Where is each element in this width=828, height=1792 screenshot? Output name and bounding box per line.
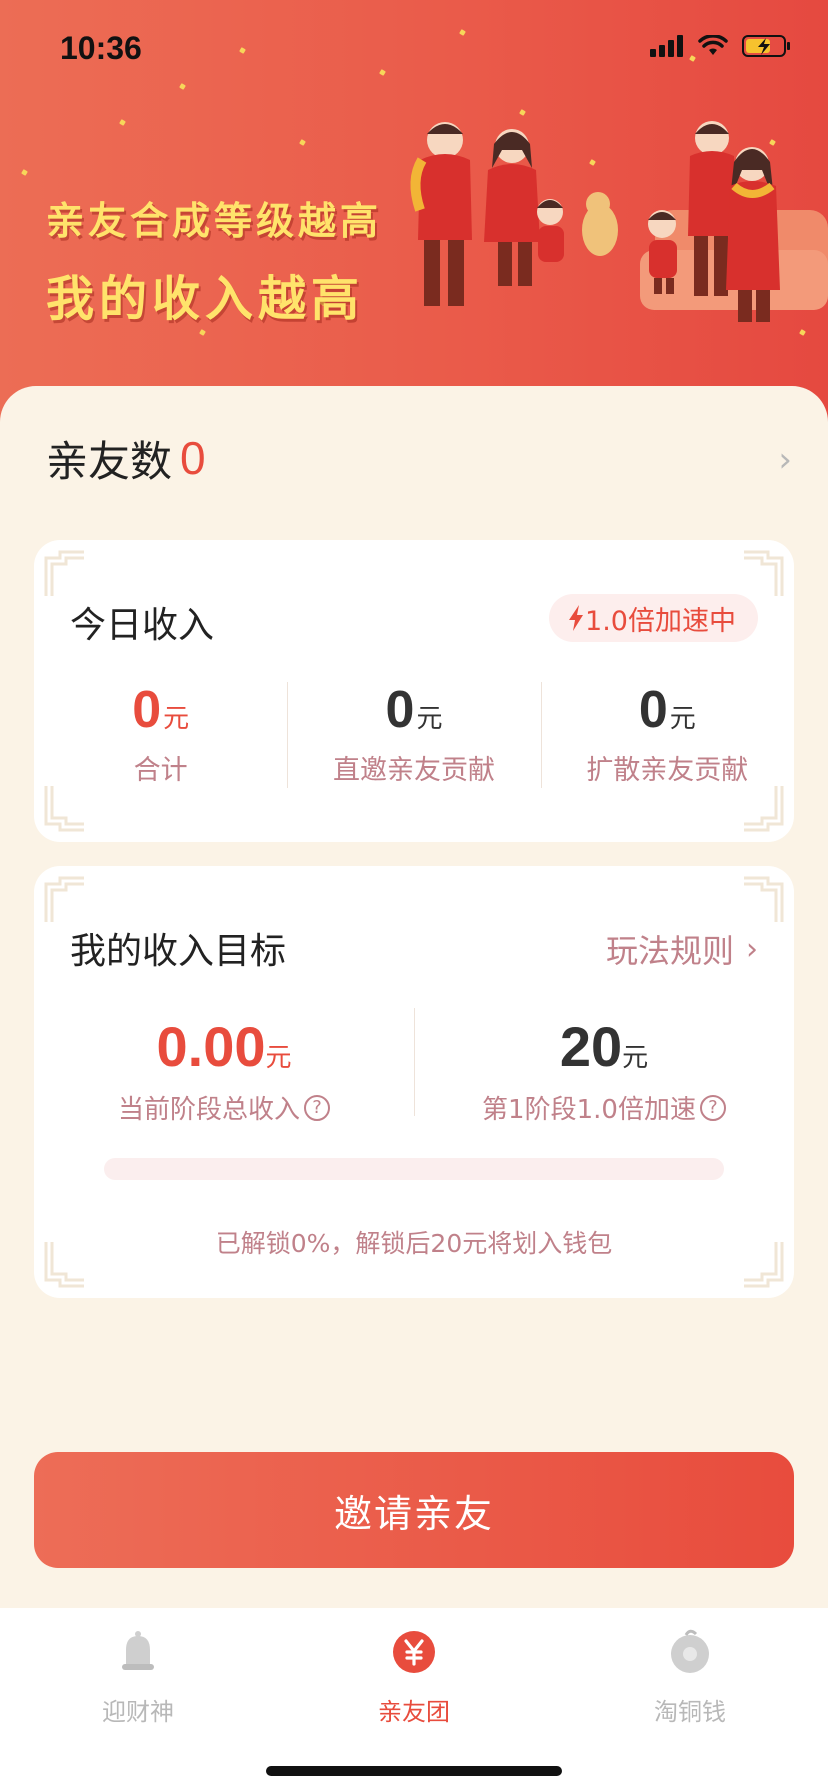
income-goal-title: 我的收入目标 — [70, 931, 287, 972]
today-income-title: 今日收入 — [70, 605, 215, 646]
income-goal-card: 我的收入目标 玩法规则 › 0.00元 当前阶段总收入 ? 20元 第1阶段1.… — [34, 866, 794, 1298]
friends-label: 亲友数 — [46, 436, 173, 486]
stat-spread: 0元 扩散亲友贡献 — [540, 680, 794, 792]
speed-badge: 1.0倍加速中 — [549, 594, 758, 642]
banner-slogan: 亲友合成等级越高 我的收入越高 — [46, 190, 382, 329]
stat-label: 扩散亲友贡献 — [586, 755, 749, 786]
stat-unit: 元 — [416, 704, 443, 734]
goal-target-label-row: 第1阶段1.0倍加速 ? — [414, 1089, 794, 1126]
stat-total: 0元 合计 — [34, 680, 287, 792]
stat-value: 0 — [132, 681, 162, 739]
corner-ornament-icon — [744, 876, 784, 922]
stat-unit: 元 — [669, 704, 696, 734]
battery-charging-icon — [742, 35, 790, 57]
goal-current-label: 当前阶段总收入 — [117, 1095, 300, 1125]
tab-copper-coin[interactable]: 淘铜钱 — [600, 1628, 780, 1727]
yuan-coin-icon — [393, 1631, 435, 1673]
stat-value: 0 — [385, 681, 415, 739]
corner-ornament-icon — [44, 550, 84, 596]
status-icons — [650, 34, 792, 58]
home-indicator — [266, 1766, 562, 1776]
friends-count: 0 — [180, 432, 206, 484]
goal-target: 20元 第1阶段1.0倍加速 ? — [414, 1008, 794, 1134]
stat-unit: 元 — [163, 704, 190, 734]
copper-coin-icon — [671, 1629, 709, 1673]
goal-progress-bar — [104, 1158, 724, 1180]
slogan-line-1: 亲友合成等级越高 — [46, 199, 383, 243]
chevron-right-icon: › — [778, 440, 792, 480]
goal-current-label-row: 当前阶段总收入 ? — [34, 1089, 414, 1126]
cellular-signal-icon — [650, 35, 683, 57]
help-icon[interactable]: ? — [699, 1094, 726, 1121]
goal-current: 0.00元 当前阶段总收入 ? — [34, 1014, 414, 1134]
god-of-wealth-icon — [122, 1631, 154, 1670]
goal-current-value: 0.00 — [156, 1015, 266, 1078]
friends-count-row[interactable]: 亲友数 0 › — [46, 430, 792, 486]
slogan-line-2: 我的收入越高 — [46, 271, 365, 327]
tab-friends-group[interactable]: 亲友团 — [324, 1628, 504, 1727]
tab-label: 淘铜钱 — [654, 1698, 726, 1726]
goal-current-unit: 元 — [265, 1043, 292, 1073]
rules-link-label: 玩法规则 — [605, 932, 734, 970]
bottom-tab-bar: 迎财神 亲友团 淘铜钱 — [0, 1608, 828, 1792]
stat-direct-invite: 0元 直邀亲友贡献 — [287, 680, 540, 792]
goal-target-label: 第1阶段1.0倍加速 — [482, 1095, 696, 1125]
stat-value: 0 — [638, 681, 668, 739]
lightning-icon — [569, 605, 584, 631]
today-income-card: 今日收入 1.0倍加速中 0元 合计 0元 直邀亲友贡献 0元 扩散亲友贡献 — [34, 540, 794, 842]
corner-ornament-icon — [44, 876, 84, 922]
chevron-right-icon: › — [746, 931, 758, 967]
today-stats-row: 0元 合计 0元 直邀亲友贡献 0元 扩散亲友贡献 — [34, 680, 794, 792]
tab-label: 迎财神 — [102, 1698, 174, 1726]
corner-ornament-icon — [744, 550, 784, 596]
stat-label: 直邀亲友贡献 — [332, 755, 495, 786]
goal-target-unit: 元 — [622, 1043, 649, 1073]
speed-badge-label: 1.0倍加速中 — [585, 605, 736, 637]
status-time: 10:36 — [60, 30, 142, 66]
help-icon[interactable]: ? — [304, 1094, 330, 1121]
invite-friends-button[interactable]: 邀请亲友 — [34, 1452, 794, 1568]
tab-label: 亲友团 — [378, 1698, 450, 1726]
goal-stats-row: 0.00元 当前阶段总收入 ? 20元 第1阶段1.0倍加速 ? — [34, 1008, 794, 1134]
stat-label: 合计 — [133, 755, 188, 786]
tab-wealth-god[interactable]: 迎财神 — [48, 1628, 228, 1727]
rules-link[interactable]: 玩法规则 › — [606, 926, 758, 972]
goal-target-value: 20 — [559, 1015, 623, 1078]
family-illustration — [410, 121, 828, 322]
wifi-icon — [698, 35, 728, 55]
status-bar: 10:36 — [0, 0, 828, 100]
unlock-text: 已解锁0%，解锁后20元将划入钱包 — [215, 1229, 613, 1258]
